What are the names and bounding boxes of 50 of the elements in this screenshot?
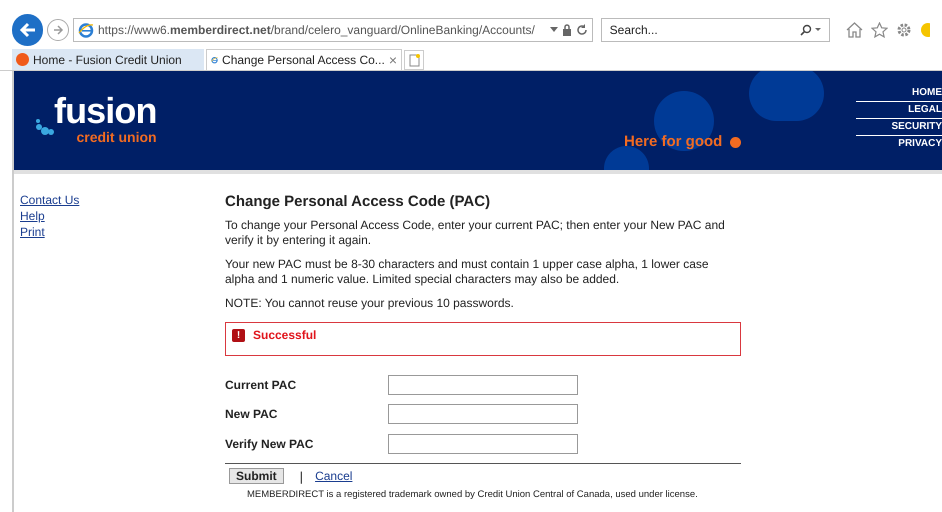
- browser-tab[interactable]: Home - Fusion Credit Union: [12, 49, 204, 70]
- separator-text: |: [300, 468, 304, 486]
- field-label: New PAC: [225, 406, 278, 424]
- instruction-text: Your new PAC must be 8-30 characters and must contain 1 upper case alpha, 1 lower case alpha and 1 numeric value. Limited special characters may also be added.: [225, 257, 710, 287]
- tagline: Here for good: [624, 132, 722, 152]
- instruction-text: NOTE: You cannot reuse your previous 10 passwords.: [225, 296, 515, 311]
- url-text: https://www6.memberdirect.net/brand/celero_vanguard/OnlineBanking/Accounts/: [98, 22, 536, 39]
- forward-button[interactable]: [47, 19, 69, 41]
- tab-label: Change Personal Access Co...: [222, 52, 385, 69]
- input-field[interactable]: [388, 434, 578, 454]
- sidebar-link[interactable]: Help: [20, 208, 45, 224]
- new-tab-button[interactable]: [404, 50, 424, 70]
- header-nav-link[interactable]: LEGAL: [856, 102, 942, 119]
- close-icon[interactable]: ×: [388, 50, 397, 70]
- back-button[interactable]: [12, 14, 44, 46]
- sidebar-link[interactable]: Contact Us: [20, 192, 80, 208]
- star-icon[interactable]: [871, 22, 888, 38]
- logo-wordmark: fusion: [54, 93, 157, 129]
- header-nav-link[interactable]: PRIVACY: [856, 136, 942, 153]
- tab-label: Home - Fusion Credit Union: [33, 52, 183, 68]
- alert-message: Successful: [253, 329, 316, 342]
- field-label: Verify New PAC: [225, 436, 314, 453]
- input-field[interactable]: [388, 404, 578, 424]
- address-bar[interactable]: https://www6.memberdirect.net/brand/celero_vanguard/OnlineBanking/Accounts/: [72, 18, 593, 42]
- site-favicon-icon: [16, 53, 29, 66]
- new-page-icon: [408, 54, 420, 66]
- field-label: Current PAC: [225, 376, 298, 394]
- lock-icon: [562, 24, 572, 36]
- forward-arrow-icon: [52, 24, 64, 36]
- search-field[interactable]: Search...: [600, 18, 830, 42]
- sidebar-link[interactable]: Print: [20, 224, 45, 240]
- instruction-text: To change your Personal Access Code, enter your current PAC; then enter your New PAC and verify it by entering it again.: [225, 218, 726, 248]
- alert-icon: !: [232, 329, 245, 342]
- dropdown-icon[interactable]: [550, 27, 558, 33]
- browser-logo-icon: [78, 22, 94, 38]
- settings-icon[interactable]: [896, 22, 912, 38]
- footer-text: MEMBERDIRECT is a registered trademark owned by Credit Union Central of Canada, used under license.: [246, 488, 699, 502]
- logo-subtitle: credit union: [76, 129, 157, 145]
- cancel-link[interactable]: Cancel: [315, 467, 352, 486]
- header-nav-link[interactable]: HOME: [856, 85, 942, 102]
- input-field[interactable]: [388, 374, 578, 395]
- back-arrow-icon: [18, 21, 37, 39]
- home-icon[interactable]: [846, 22, 863, 38]
- search-icon[interactable]: [798, 24, 822, 36]
- submit-button[interactable]: Submit: [229, 468, 284, 484]
- dots-logo-icon: [36, 118, 54, 136]
- refresh-icon[interactable]: [576, 24, 588, 36]
- browser-tab[interactable]: Change Personal Access Co... ×: [206, 49, 402, 70]
- page-title: Change Personal Access Code (PAC): [225, 192, 492, 212]
- header-nav-link[interactable]: SECURITY: [856, 119, 942, 136]
